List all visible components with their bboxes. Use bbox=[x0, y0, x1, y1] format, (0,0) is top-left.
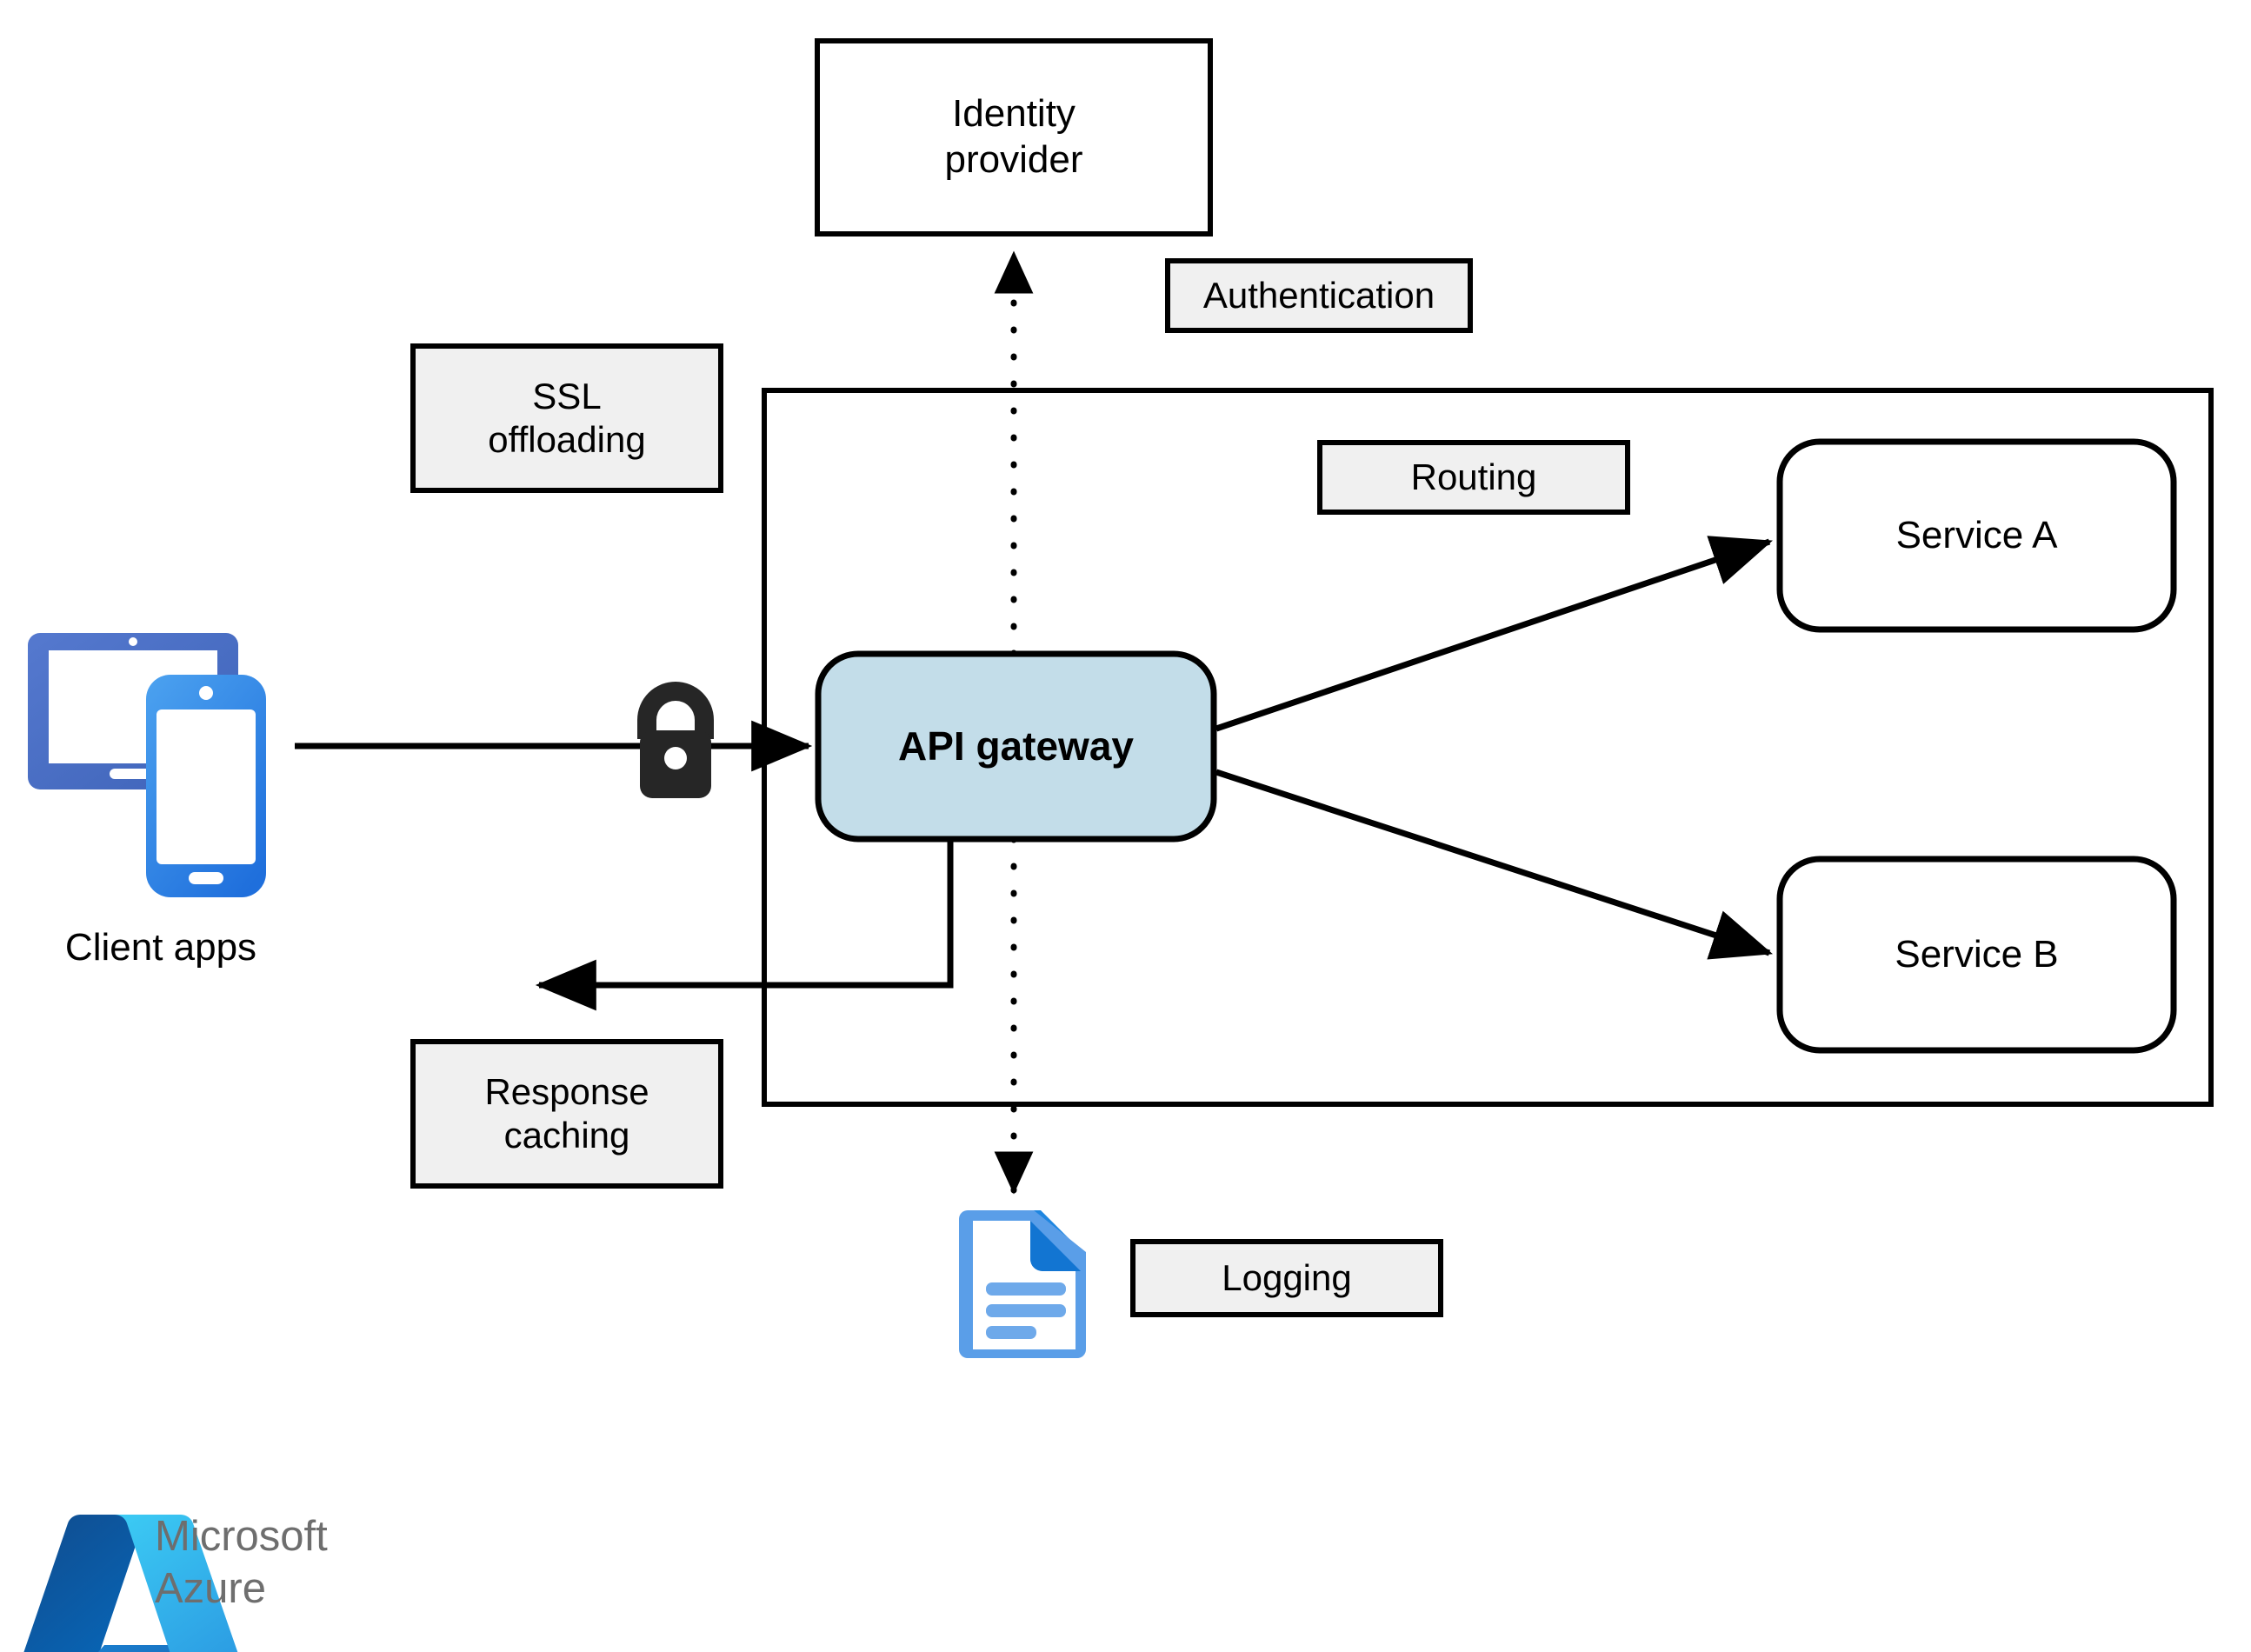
diagram-canvas: Identity provider API gateway Service A … bbox=[0, 0, 2251, 1652]
tag-box-logging[interactable] bbox=[1130, 1239, 1443, 1317]
api-gateway-box[interactable] bbox=[815, 650, 1217, 843]
document-icon bbox=[959, 1210, 1086, 1358]
gateway-to-client-response-arrow bbox=[535, 839, 954, 1011]
tag-box-routing[interactable] bbox=[1317, 440, 1630, 515]
service-a-box[interactable] bbox=[1776, 438, 2177, 633]
gateway-to-service-b-arrow bbox=[1215, 769, 1773, 960]
devices-icon bbox=[28, 633, 266, 897]
tag-box-authentication[interactable] bbox=[1165, 258, 1473, 333]
service-b-box[interactable] bbox=[1776, 856, 2177, 1054]
azure-logo-icon bbox=[23, 1515, 238, 1652]
identity-provider-box[interactable] bbox=[815, 38, 1213, 236]
lock-icon bbox=[637, 682, 714, 798]
tag-box-ssl-offloading[interactable] bbox=[410, 343, 723, 493]
gateway-to-service-a-arrow bbox=[1215, 536, 1773, 732]
diagram-svg bbox=[23, 38, 2214, 1652]
tag-box-response-caching[interactable] bbox=[410, 1039, 723, 1189]
